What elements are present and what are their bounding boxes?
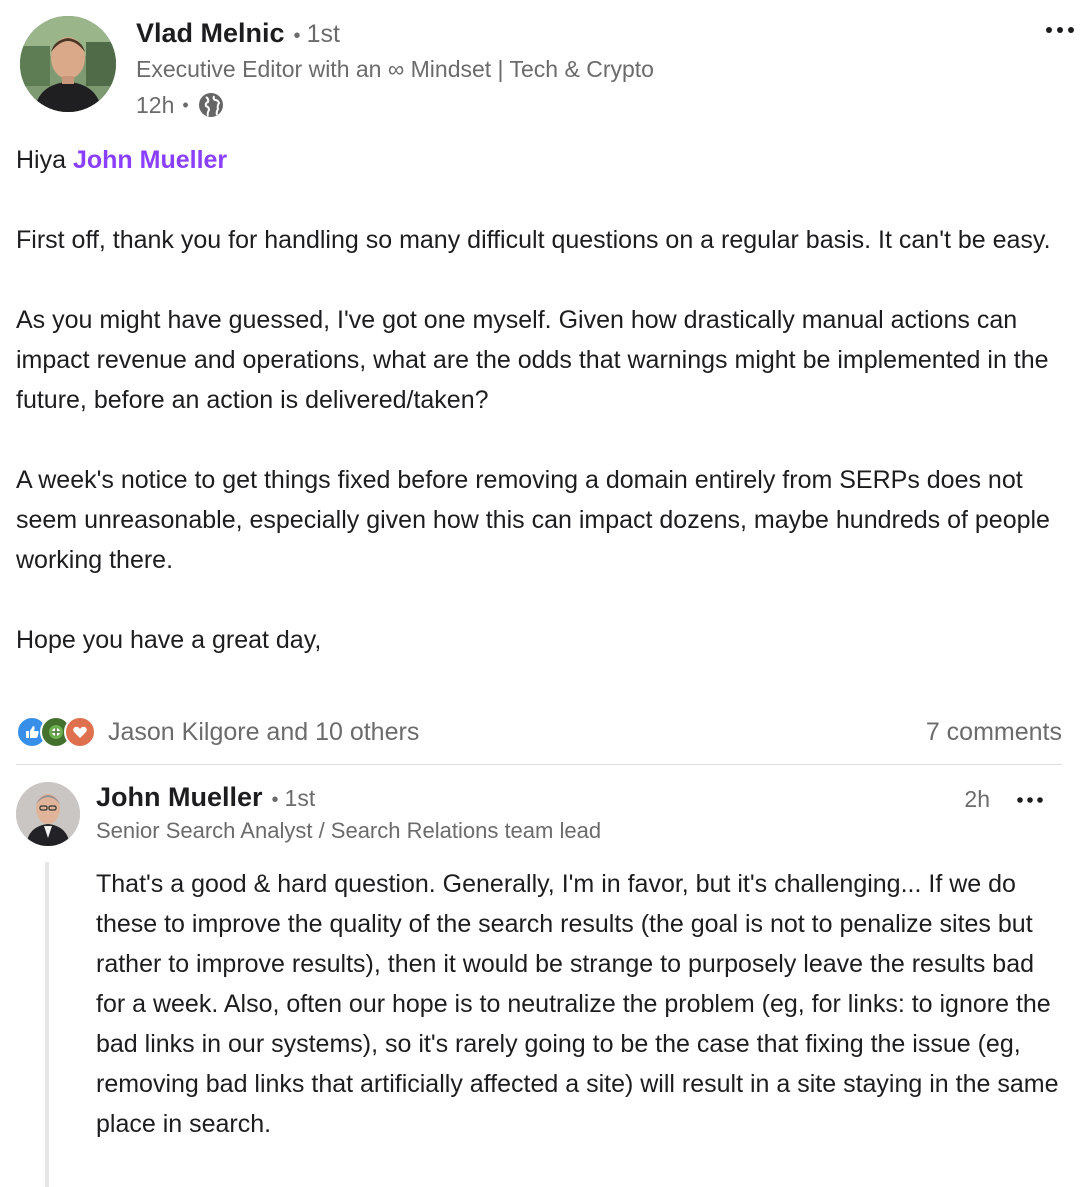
comment-thread-line [45,862,49,1187]
post-header: Vlad Melnic • 1st Executive Editor with … [20,16,1074,118]
author-avatar[interactable] [20,16,116,112]
author-meta: Vlad Melnic • 1st Executive Editor with … [136,18,654,120]
comments-count-link[interactable]: 7 comments [926,718,1062,747]
social-counts-bar: Jason Kilgore and 10 others 7 comments [16,712,1062,752]
love-icon [64,716,96,748]
commenter-meta: John Mueller • 1st Senior Search Analyst… [96,782,1056,846]
post-greeting: Hiya John Mueller [16,140,1066,180]
commenter-connection-separator: • [271,789,279,811]
post-paragraph-2: As you might have guessed, I've got one … [16,306,1049,414]
author-name-row: Vlad Melnic • 1st [136,18,654,52]
ellipsis-icon [1017,797,1043,803]
reaction-icons [16,716,96,748]
comment-time: 2h [964,786,990,812]
globe-icon [197,91,225,119]
post-time[interactable]: 12h [136,92,174,119]
post-time-row: 12h • [136,90,654,120]
greeting-prefix: Hiya [16,146,73,174]
post-paragraph-4: Hope you have a great day, [16,626,322,654]
connection-degree: 1st [306,20,340,48]
author-name[interactable]: Vlad Melnic [136,18,285,49]
commenter-connection-degree: 1st [284,785,316,811]
post-more-menu-button[interactable] [1040,16,1080,44]
post-paragraph-3: A week's notice to get things fixed befo… [16,466,1050,574]
commenter-name[interactable]: John Mueller [96,782,263,813]
comment-item: John Mueller • 1st Senior Search Analyst… [16,780,1072,1187]
section-divider [16,764,1062,765]
comment-more-menu-button[interactable] [1010,786,1050,814]
commenter-headline: Senior Search Analyst / Search Relations… [96,818,602,843]
comment-text: That's a good & hard question. Generally… [96,870,1059,1138]
reactions-text: Jason Kilgore and 10 others [108,717,420,746]
connection-separator: • [293,25,301,47]
author-avatar-image [20,16,116,112]
mention-link[interactable]: John Mueller [73,146,227,174]
author-headline: Executive Editor with an ∞ Mindset | Tec… [136,56,654,82]
commenter-avatar-image [16,782,80,846]
time-separator: • [182,94,189,115]
commenter-name-row: John Mueller • 1st [96,782,1056,816]
reactions-summary[interactable]: Jason Kilgore and 10 others [16,716,419,748]
post-paragraph-1: First off, thank you for handling so man… [16,226,1051,254]
commenter-avatar[interactable] [16,782,80,846]
post-body: Hiya John Mueller First off, thank you f… [16,140,1066,660]
ellipsis-icon [1046,27,1074,33]
